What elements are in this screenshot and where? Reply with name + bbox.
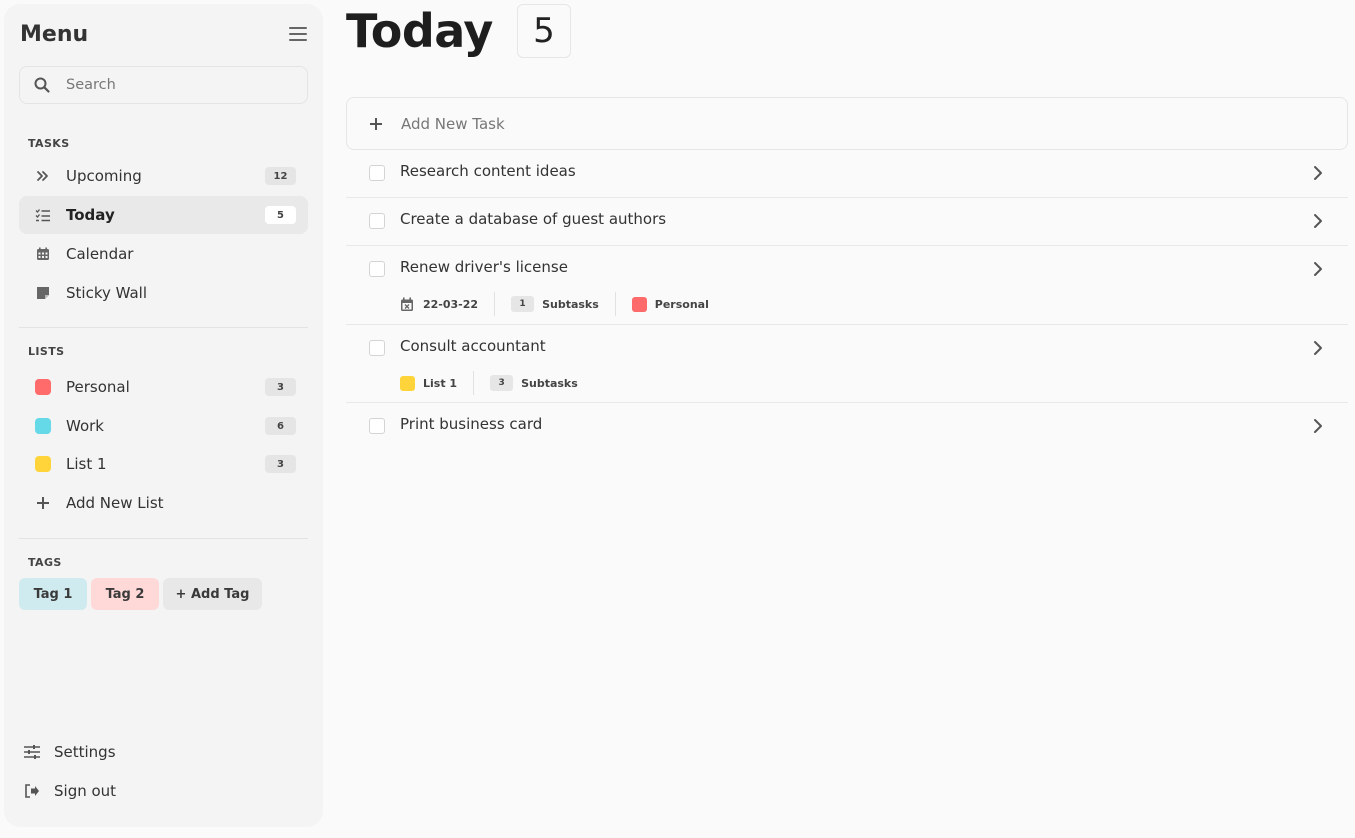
chevron-right-icon[interactable] [1312,165,1324,181]
sidebar-item-label: Personal [66,378,130,396]
task-checkbox[interactable] [369,418,385,434]
task-row[interactable]: Consult accountant List 1 3 Subtasks [346,325,1348,403]
settings-sliders-icon [24,745,40,759]
task-due-date: 22-03-22 [400,292,496,316]
sign-out-button[interactable]: Sign out [24,776,116,806]
task-subtasks: 1 Subtasks [511,292,616,316]
sidebar-item-label: Today [66,206,115,224]
subtasks-label: Subtasks [521,376,578,390]
chevron-right-icon[interactable] [1312,261,1324,277]
sidebar-item-label: Upcoming [66,167,142,185]
task-title: Create a database of guest authors [400,210,667,228]
page-title: Today [346,4,493,58]
task-title: Research content ideas [400,162,576,180]
sidebar-item-upcoming[interactable]: Upcoming 12 [19,157,308,195]
count-badge: 3 [265,378,296,396]
checklist-icon [35,207,51,223]
calendar-x-icon [401,297,413,311]
list-color-swatch [35,418,51,434]
add-tag-button[interactable]: + Add Tag [163,578,262,610]
list-name: Personal [654,297,709,311]
hamburger-menu-icon[interactable] [289,27,307,43]
sidebar-item-sticky-wall[interactable]: Sticky Wall [19,274,308,312]
divider [19,538,308,539]
sidebar-item-label: Work [66,417,104,435]
subtasks-label: Subtasks [542,297,599,311]
task-title: Renew driver's license [400,258,568,276]
calendar-icon [35,246,51,262]
divider [19,327,308,328]
search-input[interactable] [66,77,286,93]
task-row[interactable]: Renew driver's license 22-03-22 1 Subtas… [346,246,1348,325]
sidebar-item-label: List 1 [66,455,107,473]
tasks-section-label: TASKS [28,137,70,150]
list-color-swatch [400,375,415,391]
task-checkbox[interactable] [369,213,385,229]
task-row[interactable]: Print business card [346,403,1348,449]
menu-title: Menu [20,22,89,47]
list-name: List 1 [423,376,458,390]
settings-label: Settings [54,743,116,761]
task-title: Consult accountant [400,337,546,355]
sidebar-item-label: Sticky Wall [66,284,148,302]
task-meta: 22-03-22 1 Subtasks Personal [400,292,741,316]
tags-section-label: TAGS [28,556,62,569]
sidebar-item-personal[interactable]: Personal 3 [19,368,308,406]
plus-icon [369,116,385,132]
sign-out-label: Sign out [54,782,117,800]
list-color-swatch [631,296,647,312]
sidebar-item-today[interactable]: Today 5 [19,196,308,234]
task-checkbox[interactable] [369,340,385,356]
task-list-tag: List 1 [400,371,475,395]
chevron-right-icon[interactable] [1312,340,1324,356]
sidebar: Menu TASKS Upcoming 12 Today 5 Calendar … [4,4,323,827]
task-count-badge: 5 [517,4,571,58]
sidebar-item-calendar[interactable]: Calendar [19,235,308,273]
search-icon [34,77,50,93]
add-new-task-button[interactable]: Add New Task [346,97,1348,150]
task-row[interactable]: Create a database of guest authors [346,198,1348,246]
lists-section-label: LISTS [28,345,65,358]
sidebar-item-list-1[interactable]: List 1 3 [19,445,308,483]
chevron-right-icon[interactable] [1312,418,1324,434]
subtask-count: 3 [490,375,514,391]
task-checkbox[interactable] [369,165,385,181]
count-badge: 3 [265,455,296,473]
list-color-swatch [35,456,51,472]
sidebar-item-work[interactable]: Work 6 [19,407,308,445]
task-row[interactable]: Research content ideas [346,150,1348,198]
task-meta: List 1 3 Subtasks [400,371,610,395]
list-color-swatch [35,379,51,395]
task-checkbox[interactable] [369,261,385,277]
tag-2[interactable]: Tag 2 [91,578,159,610]
sign-out-icon [25,784,39,798]
plus-icon [35,495,51,511]
due-date-text: 22-03-22 [423,297,479,311]
tag-1[interactable]: Tag 1 [19,578,87,610]
task-title: Print business card [400,415,543,433]
task-list-tag: Personal [631,292,725,316]
subtask-count: 1 [511,296,535,312]
sidebar-item-label: Calendar [66,245,134,263]
count-badge: 12 [265,167,296,185]
count-badge: 5 [265,206,296,224]
add-new-task-label: Add New Task [401,114,505,133]
search-box[interactable] [19,66,308,104]
chevron-right-icon[interactable] [1312,213,1324,229]
settings-button[interactable]: Settings [24,737,116,767]
add-new-list-button[interactable]: Add New List [19,484,308,522]
double-chevron-icon [35,168,51,184]
count-badge: 6 [265,417,296,435]
task-subtasks: 3 Subtasks [490,371,594,395]
add-new-list-label: Add New List [66,494,164,512]
sticky-note-icon [35,285,51,301]
